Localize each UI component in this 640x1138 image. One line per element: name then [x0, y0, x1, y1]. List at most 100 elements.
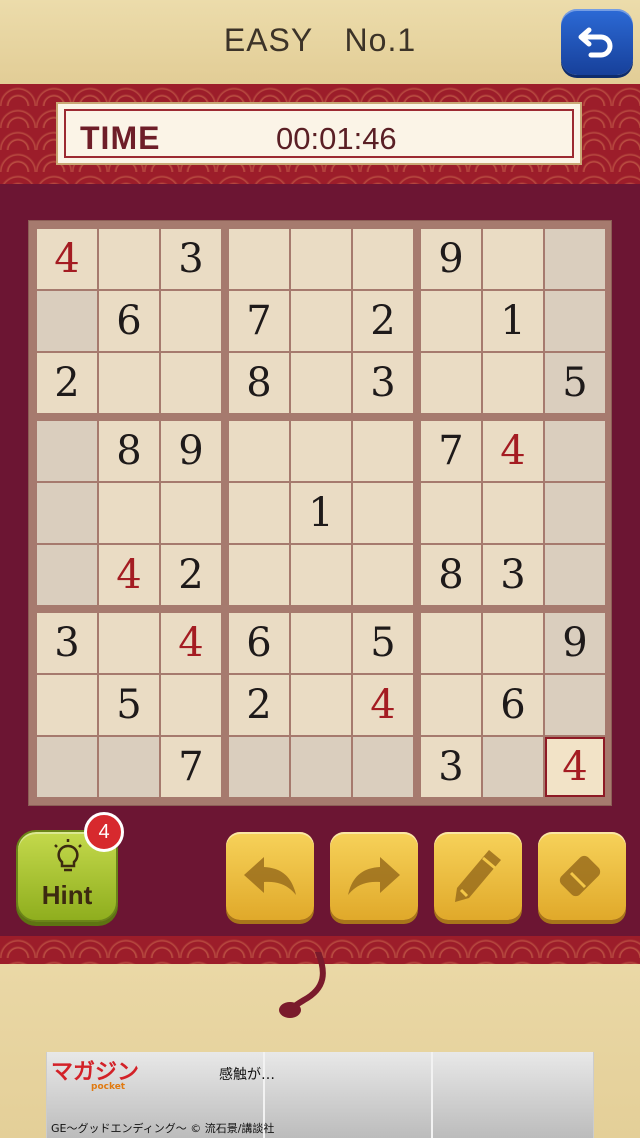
grid-cell[interactable] — [229, 229, 289, 289]
grid-cell[interactable] — [161, 291, 221, 351]
hint-label: Hint — [41, 880, 93, 910]
pencil-button[interactable] — [434, 832, 522, 920]
grid-cell[interactable] — [291, 737, 351, 797]
grid-cell[interactable]: 9 — [161, 421, 221, 481]
grid-cell[interactable] — [545, 229, 605, 289]
redo-button[interactable] — [330, 832, 418, 920]
grid-cell[interactable] — [483, 353, 543, 413]
eraser-button[interactable] — [538, 832, 626, 920]
grid-cell[interactable] — [229, 421, 289, 481]
grid-cell[interactable] — [291, 545, 351, 605]
grid-cell[interactable]: 4 — [161, 613, 221, 673]
grid-cell[interactable] — [483, 483, 543, 543]
grid-cell[interactable]: 3 — [37, 613, 97, 673]
grid-cell[interactable] — [545, 675, 605, 735]
grid-cell[interactable] — [99, 229, 159, 289]
grid-cell[interactable] — [353, 421, 413, 481]
grid-cell[interactable]: 7 — [229, 291, 289, 351]
grid-cell[interactable]: 6 — [229, 613, 289, 673]
grid-cell[interactable]: 2 — [37, 353, 97, 413]
grid-cell[interactable] — [291, 353, 351, 413]
grid-cell[interactable]: 8 — [421, 545, 481, 605]
grid-cell[interactable] — [37, 737, 97, 797]
grid-cell[interactable] — [421, 675, 481, 735]
grid-cell[interactable] — [483, 613, 543, 673]
grid-cell[interactable] — [545, 421, 605, 481]
difficulty-label: EASY — [223, 22, 313, 58]
grid-cell[interactable] — [37, 421, 97, 481]
grid-cell[interactable]: 4 — [37, 229, 97, 289]
grid-cell[interactable] — [421, 613, 481, 673]
puzzle-title: EASY No.1 — [0, 22, 640, 59]
grid-cell[interactable] — [421, 291, 481, 351]
grid-cell[interactable] — [421, 353, 481, 413]
grid-cell[interactable] — [37, 545, 97, 605]
grid-cell[interactable]: 4 — [353, 675, 413, 735]
grid-cell[interactable] — [545, 545, 605, 605]
grid-cell[interactable] — [99, 737, 159, 797]
grid-cell[interactable]: 8 — [99, 421, 159, 481]
grid-cell[interactable] — [99, 483, 159, 543]
grid-cell[interactable] — [353, 545, 413, 605]
grid-cell[interactable]: 3 — [161, 229, 221, 289]
grid-cell[interactable] — [291, 291, 351, 351]
redo-icon — [348, 857, 400, 895]
grid-cell[interactable] — [483, 229, 543, 289]
grid-cell[interactable]: 5 — [545, 353, 605, 413]
grid-cell[interactable]: 6 — [99, 291, 159, 351]
header-bar: EASY No.1 — [0, 0, 640, 84]
ad-banner[interactable]: マガジン pocket 感触が… GE〜グッドエンディング〜 © 流石景/講談社 — [46, 1052, 594, 1138]
grid-cell[interactable]: 4 — [483, 421, 543, 481]
grid-cell[interactable] — [291, 613, 351, 673]
grid-cell[interactable] — [37, 675, 97, 735]
grid-cell[interactable]: 9 — [421, 229, 481, 289]
grid-cell[interactable]: 5 — [99, 675, 159, 735]
grid-cell[interactable] — [37, 291, 97, 351]
grid-cell[interactable]: 3 — [353, 353, 413, 413]
sudoku-grid: 43967212835897414283346595246734 — [28, 220, 612, 806]
grid-cell[interactable]: 5 — [353, 613, 413, 673]
grid-cell[interactable] — [545, 483, 605, 543]
grid-cell[interactable] — [99, 353, 159, 413]
grid-cell[interactable] — [99, 613, 159, 673]
grid-cell[interactable] — [483, 737, 543, 797]
grid-cell[interactable] — [161, 483, 221, 543]
grid-cell[interactable] — [421, 483, 481, 543]
grid-cell[interactable]: 1 — [291, 483, 351, 543]
grid-cell[interactable]: 2 — [353, 291, 413, 351]
grid-cell[interactable] — [229, 483, 289, 543]
grid-cell[interactable]: 6 — [483, 675, 543, 735]
grid-cell[interactable]: 1 — [483, 291, 543, 351]
grid-cell[interactable]: 7 — [421, 421, 481, 481]
grid-cell[interactable]: 4 — [99, 545, 159, 605]
grid-cell[interactable] — [291, 675, 351, 735]
grid-cell[interactable] — [161, 353, 221, 413]
grid-cell[interactable] — [353, 737, 413, 797]
grid-cell[interactable] — [229, 545, 289, 605]
undo-button[interactable] — [226, 832, 314, 920]
grid-cell[interactable] — [291, 229, 351, 289]
hint-count-badge: 4 — [84, 812, 124, 852]
grid-cell[interactable] — [229, 737, 289, 797]
grid-cell[interactable]: 8 — [229, 353, 289, 413]
grid-cell[interactable] — [37, 483, 97, 543]
lightbulb-icon — [54, 839, 82, 872]
grid-cell[interactable]: 2 — [229, 675, 289, 735]
grid-cell[interactable]: 7 — [161, 737, 221, 797]
grid-cell[interactable] — [545, 291, 605, 351]
back-button[interactable] — [561, 9, 633, 75]
grid-cell[interactable]: 4 — [545, 737, 605, 797]
pencil-icon — [455, 850, 501, 902]
grid-cell[interactable] — [291, 421, 351, 481]
hanging-string-decoration — [279, 952, 326, 1018]
grid-cell[interactable]: 9 — [545, 613, 605, 673]
grid-cell[interactable] — [353, 483, 413, 543]
grid-cell[interactable]: 2 — [161, 545, 221, 605]
time-value: 00:01:46 — [276, 121, 397, 156]
ad-caption: GE〜グッドエンディング〜 © 流石景/講談社 — [51, 1122, 275, 1135]
grid-cell[interactable]: 3 — [421, 737, 481, 797]
time-label: TIME — [80, 120, 161, 156]
grid-cell[interactable]: 3 — [483, 545, 543, 605]
grid-cell[interactable] — [161, 675, 221, 735]
grid-cell[interactable] — [353, 229, 413, 289]
